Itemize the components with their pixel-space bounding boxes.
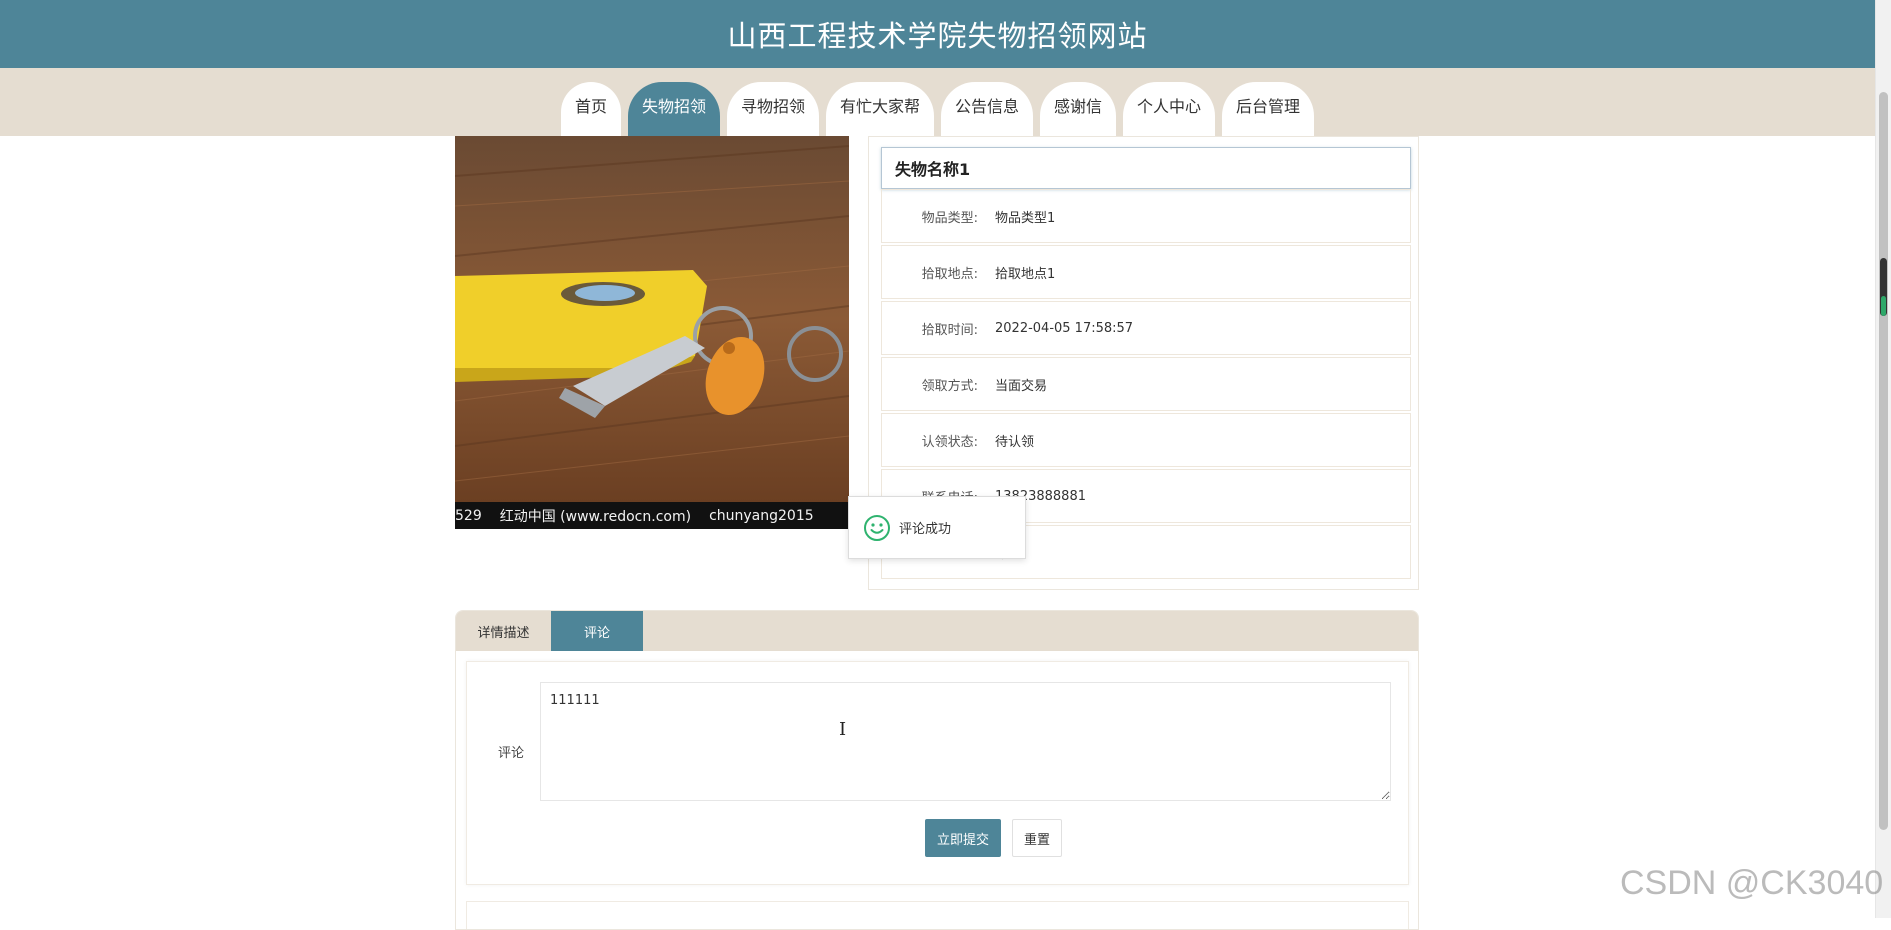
item-photo: 529 红动中国 (www.redocn.com) chunyang2015 [455, 136, 849, 529]
info-label: 领取方式: [921, 378, 978, 394]
info-value: 待认领 [995, 434, 1035, 450]
nav-tab-announcements[interactable]: 公告信息 [941, 82, 1034, 136]
photo-caption-site: 红动中国 (www.redocn.com) [499, 508, 692, 525]
tabs-bar: 详情描述 评论 [456, 611, 1418, 651]
nav-tab-profile[interactable]: 个人中心 [1123, 82, 1216, 136]
nav-tab-home[interactable]: 首页 [560, 82, 621, 136]
info-value: 拾取地点1 [995, 266, 1056, 282]
site-title: 山西工程技术学院失物招领网站 [727, 19, 1148, 53]
photo-caption-author: chunyang2015 [709, 507, 814, 524]
item-name: 失物名称1 [881, 147, 1411, 189]
info-value: 物品类型1 [995, 210, 1056, 226]
main-nav: 首页 失物招领 寻物招领 有忙大家帮 公告信息 感谢信 个人中心 后台管理 [0, 82, 1875, 136]
reset-button[interactable]: 重置 [1012, 819, 1062, 857]
info-row-type: 物品类型: 物品类型1 [881, 189, 1411, 243]
info-row-time: 拾取时间: 2022-04-05 17:58:57 [881, 301, 1411, 355]
submit-button[interactable]: 立即提交 [925, 819, 1001, 857]
nav-tab-seek-items[interactable]: 寻物招领 [726, 82, 819, 136]
info-label: 拾取地点: [921, 266, 978, 282]
photo-caption-id: 529 [455, 507, 482, 524]
info-label: 认领状态: [921, 434, 978, 450]
nav-tab-help[interactable]: 有忙大家帮 [825, 82, 934, 136]
text-cursor-icon: I [839, 719, 847, 740]
info-row-pickup-method: 领取方式: 当面交易 [881, 357, 1411, 411]
nav-tab-admin[interactable]: 后台管理 [1222, 82, 1315, 136]
comment-textarea[interactable]: 111111 [540, 682, 1391, 801]
comments-list-box [466, 901, 1409, 929]
smile-icon [864, 514, 890, 541]
comment-form: 评论 111111 立即提交 重置 [466, 661, 1409, 885]
comment-label: 评论 [498, 746, 525, 761]
success-toast: 评论成功 [848, 496, 1026, 559]
details-tabs-card: 详情描述 评论 评论 111111 立即提交 重置 [455, 610, 1419, 930]
tab-description[interactable]: 详情描述 [456, 611, 551, 651]
nav-tab-lost-found[interactable]: 失物招领 [627, 82, 720, 136]
info-row-location: 拾取地点: 拾取地点1 [881, 245, 1411, 299]
page-scrollbar[interactable] [1875, 0, 1891, 918]
nav-tab-thanks[interactable]: 感谢信 [1040, 82, 1117, 136]
tab-comments[interactable]: 评论 [551, 611, 643, 651]
info-label: 拾取时间: [921, 322, 978, 338]
scrollbar-thumb[interactable] [1879, 92, 1888, 830]
toast-message: 评论成功 [899, 522, 952, 537]
photo-caption: 529 红动中国 (www.redocn.com) chunyang2015 [455, 502, 849, 529]
watermark: CSDN @CK3040 [1620, 864, 1884, 902]
info-label: 物品类型: [921, 210, 978, 226]
keys-card-image [455, 136, 849, 502]
scrollbar-marker-green [1881, 296, 1886, 316]
info-row-claim-status: 认领状态: 待认领 [881, 413, 1411, 467]
info-value: 当面交易 [995, 378, 1048, 394]
info-value: 2022-04-05 17:58:57 [995, 320, 1134, 336]
site-header: 山西工程技术学院失物招领网站 [0, 0, 1875, 68]
